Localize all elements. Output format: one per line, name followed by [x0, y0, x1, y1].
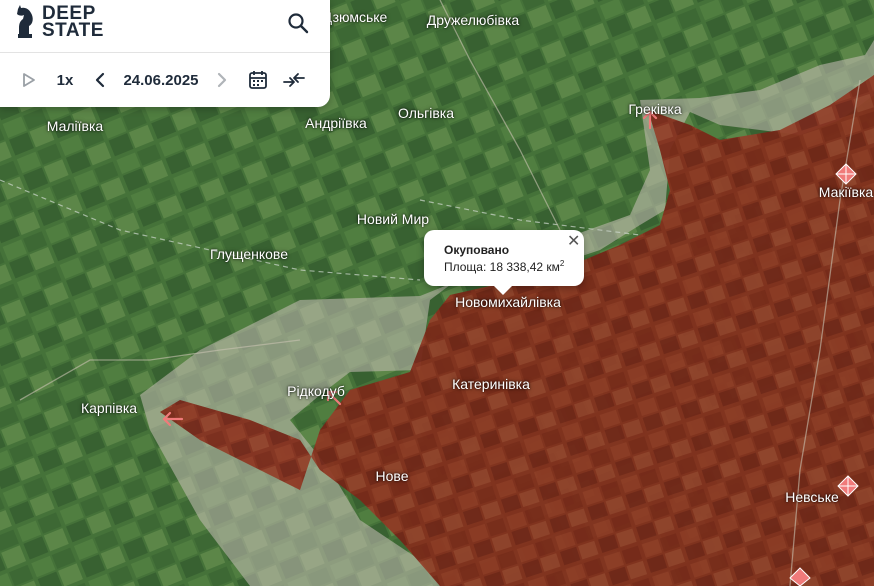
search-icon[interactable] [286, 11, 310, 35]
place-label: Невське [785, 489, 839, 505]
place-label: Глущенкове [210, 246, 288, 262]
place-label: Катеринівка [452, 376, 530, 392]
date-display[interactable]: 24.06.2025 [119, 68, 203, 92]
calendar-icon[interactable] [248, 68, 268, 92]
popup-title: Окуповано [444, 243, 510, 257]
place-label: Нове [375, 468, 409, 484]
control-panel: DEEP STATE 1x 24.06.2025 [0, 0, 330, 107]
compare-arrows-icon[interactable] [282, 68, 306, 92]
area-unit-power: 2 [559, 259, 565, 268]
close-icon[interactable]: ✕ [567, 234, 580, 250]
chevron-right-icon[interactable] [214, 68, 230, 92]
chevron-left-icon[interactable] [92, 68, 108, 92]
place-label: Андріївка [305, 115, 367, 131]
place-label: Дзюмське [322, 9, 388, 25]
knight-logo-icon [17, 5, 33, 38]
place-label: Рідкодуб [287, 383, 345, 399]
logo-text-state: STATE [42, 20, 104, 41]
play-icon[interactable] [20, 68, 38, 92]
speed-button[interactable]: 1x [54, 68, 76, 92]
place-label: Ольгівка [397, 105, 455, 121]
place-label: Маліївка [46, 118, 104, 134]
place-label: Греківка [628, 101, 682, 117]
deepstate-logo[interactable]: DEEP STATE [14, 4, 104, 40]
panel-divider [0, 52, 330, 53]
area-label: Площа: [444, 260, 487, 274]
place-label: Карпівка [80, 400, 138, 416]
area-value: 18 338,42 км [489, 260, 560, 274]
place-label: Макіївка [818, 184, 874, 200]
place-label: Дружелюбівка [426, 12, 520, 28]
place-label: Новий Мир [356, 211, 430, 227]
popup-area: Площа: 18 338,42 км2 [444, 259, 564, 274]
place-label: Новомихайлівка [455, 294, 561, 310]
info-popup: ✕ Окуповано Площа: 18 338,42 км2 [424, 230, 584, 295]
